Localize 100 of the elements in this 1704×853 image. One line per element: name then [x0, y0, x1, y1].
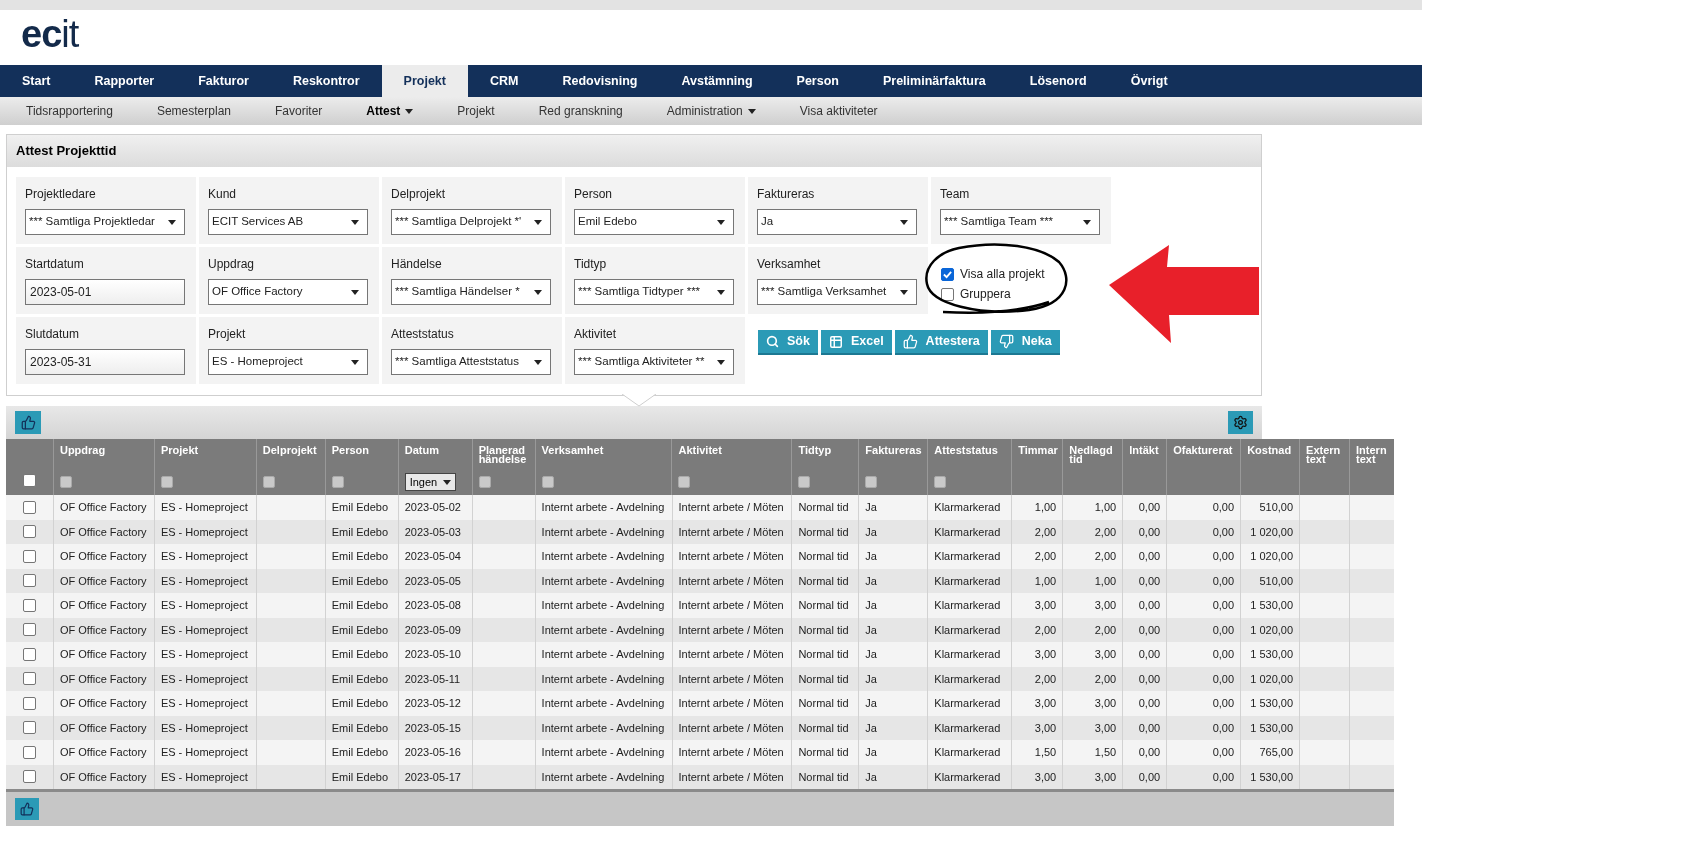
table-cell-text: Ja [865, 671, 877, 687]
column-header[interactable]: Aktivitet [678, 439, 786, 469]
filter-checkbox[interactable] [865, 476, 878, 488]
select-field[interactable]: *** Samtliga Tidtyper *** [574, 279, 734, 305]
settings-button[interactable] [1228, 411, 1253, 434]
column-header[interactable]: Datum [404, 439, 466, 469]
select-field[interactable]: Ja [757, 209, 917, 235]
sub-nav-item[interactable]: Visa aktiviteter [777, 102, 900, 120]
filter-checkbox[interactable] [59, 476, 72, 488]
nav-tab[interactable]: Lösenord [1007, 65, 1109, 97]
filter-select[interactable]: Ingen [404, 473, 457, 491]
checkbox[interactable] [22, 574, 36, 588]
checkbox[interactable] [941, 287, 954, 301]
column-header[interactable]: Extern text [1306, 439, 1344, 469]
select-field[interactable]: *** Samtliga Händelser * [391, 279, 551, 305]
nav-tab[interactable]: Fakturor [176, 65, 271, 97]
filter-checkbox[interactable] [331, 476, 344, 488]
column-header[interactable]: Projekt [160, 439, 250, 469]
table-cell-text: 1,00 [1034, 500, 1057, 515]
checkbox[interactable] [22, 598, 36, 612]
column-header[interactable]: Intern text [1356, 439, 1388, 469]
checkbox[interactable] [22, 474, 36, 487]
checkbox[interactable] [22, 745, 36, 759]
table-cell-text: 2023-05-02 [404, 500, 461, 515]
nav-tab[interactable]: Rapporter [72, 65, 177, 97]
nav-tab[interactable]: Start [0, 65, 73, 97]
filter-checkbox[interactable] [934, 476, 947, 488]
sub-nav-item[interactable]: Semesterplan [134, 102, 253, 120]
select-field[interactable]: ECIT Services AB [208, 209, 368, 235]
filter-checkbox[interactable] [478, 476, 491, 488]
table-cell-text: 1,00 [1094, 573, 1117, 589]
column-header[interactable]: Atteststatus [934, 439, 1006, 469]
sub-nav-item[interactable]: Tidsrapportering [4, 102, 135, 120]
filter-checkbox[interactable] [160, 476, 173, 488]
column-header[interactable]: Faktureras [865, 439, 922, 469]
checkbox[interactable] [22, 770, 36, 784]
nav-tab[interactable]: Avstämning [659, 65, 775, 97]
column-header[interactable]: Intäkt [1129, 439, 1161, 469]
table-row[interactable]: OF Office Factory ES - Homeproject Emil Edebo 2023-05-15 Internt arbete - Avdelning Internt arbete / Möten Normal tid Ja Klarmarkerad 3,00 3,00 0,00 0,00 1 530,00 [6, 715, 1394, 740]
column-header[interactable]: Nedlagd tid [1069, 439, 1117, 469]
approve-selected-button[interactable] [15, 411, 41, 434]
select-field[interactable]: Emil Edebo [574, 209, 734, 235]
nav-tab[interactable]: CRM [468, 65, 541, 97]
select-field[interactable]: *** Samtliga Team *** [940, 209, 1100, 235]
column-header[interactable]: Person [331, 439, 392, 469]
filter-checkbox[interactable] [678, 476, 691, 488]
nav-tab[interactable]: Redovisning [540, 65, 660, 97]
sub-nav-item[interactable]: Favoriter [253, 102, 345, 120]
table-row[interactable]: OF Office Factory ES - Homeproject Emil Edebo 2023-05-04 Internt arbete - Avdelning Internt arbete / Möten Normal tid Ja Klarmarkerad 2,00 2,00 0,00 0,00 1 020,00 [6, 544, 1394, 569]
table-row[interactable]: OF Office Factory ES - Homeproject Emil Edebo 2023-05-09 Internt arbete - Avdelning Internt arbete / Möten Normal tid Ja Klarmarkerad 2,00 2,00 0,00 0,00 1 020,00 [6, 617, 1394, 642]
table-row[interactable]: OF Office Factory ES - Homeproject Emil Edebo 2023-05-12 Internt arbete - Avdelning Internt arbete / Möten Normal tid Ja Klarmarkerad 3,00 3,00 0,00 0,00 1 530,00 [6, 691, 1394, 716]
checkbox[interactable] [22, 525, 36, 539]
table-row[interactable]: OF Office Factory ES - Homeproject Emil Edebo 2023-05-10 Internt arbete - Avdelning Internt arbete / Möten Normal tid Ja Klarmarkerad 3,00 3,00 0,00 0,00 1 530,00 [6, 642, 1394, 667]
column-header[interactable]: Tidtyp [798, 439, 853, 469]
checkbox[interactable] [22, 500, 36, 514]
date-field[interactable]: 2023-05-01 [25, 279, 185, 305]
checkbox[interactable] [22, 549, 36, 563]
table-row[interactable]: OF Office Factory ES - Homeproject Emil Edebo 2023-05-17 Internt arbete - Avdelning Internt arbete / Möten Normal tid Ja Klarmarkerad 3,00 3,00 0,00 0,00 1 530,00 [6, 764, 1394, 789]
table-cell-text: ES - Homeproject [160, 647, 248, 662]
nav-tab[interactable]: Preliminärfaktura [860, 65, 1008, 97]
select-field[interactable]: *** Samtliga Delprojekt *' [391, 209, 551, 235]
filter-checkbox[interactable] [262, 476, 275, 488]
sub-nav-item[interactable]: Projekt [435, 102, 517, 120]
date-field[interactable]: 2023-05-31 [25, 349, 185, 375]
table-row[interactable]: OF Office Factory ES - Homeproject Emil Edebo 2023-05-11 Internt arbete - Avdelning Internt arbete / Möten Normal tid Ja Klarmarkerad 2,00 2,00 0,00 0,00 1 020,00 [6, 666, 1394, 691]
table-row[interactable]: OF Office Factory ES - Homeproject Emil Edebo 2023-05-05 Internt arbete - Avdelning Internt arbete / Möten Normal tid Ja Klarmarkerad 1,00 1,00 0,00 0,00 510,00 [6, 568, 1394, 593]
column-header[interactable]: Delprojekt [262, 439, 319, 469]
filter-checkbox[interactable] [541, 476, 554, 488]
select-field[interactable]: *** Samtliga Verksamhet [757, 279, 917, 305]
select-field[interactable]: ES - Homeproject [208, 349, 368, 375]
table-cell-text: Ja [865, 696, 877, 711]
sub-nav-item[interactable]: Attest [344, 102, 436, 120]
approve-selected-button[interactable] [15, 798, 39, 820]
select-field[interactable]: OF Office Factory [208, 279, 368, 305]
checkbox[interactable] [22, 647, 36, 661]
column-header[interactable]: Uppdrag [59, 439, 148, 469]
column-header[interactable]: Verksamhet [541, 439, 666, 469]
nav-tab[interactable]: Person [774, 65, 861, 97]
table-row[interactable]: OF Office Factory ES - Homeproject Emil Edebo 2023-05-02 Internt arbete - Avdelning Internt arbete / Möten Normal tid Ja Klarmarkerad 1,00 1,00 0,00 0,00 510,00 [6, 495, 1394, 520]
column-header[interactable]: Planerad händelse [478, 439, 529, 469]
checkbox[interactable] [22, 672, 36, 686]
table-row[interactable]: OF Office Factory ES - Homeproject Emil Edebo 2023-05-08 Internt arbete - Avdelning Internt arbete / Möten Normal tid Ja Klarmarkerad 3,00 3,00 0,00 0,00 1 530,00 [6, 593, 1394, 618]
checkbox[interactable] [22, 721, 36, 735]
checkbox[interactable] [941, 267, 954, 281]
table-row[interactable]: OF Office Factory ES - Homeproject Emil Edebo 2023-05-16 Internt arbete - Avdelning Internt arbete / Möten Normal tid Ja Klarmarkerad 1,50 1,50 0,00 0,00 765,00 [6, 740, 1394, 765]
column-header[interactable]: Timmar [1018, 439, 1057, 469]
checkbox[interactable] [22, 623, 36, 637]
nav-tab[interactable]: Övrigt [1108, 65, 1190, 97]
column-header[interactable]: Ofakturerat [1173, 439, 1235, 469]
checkbox[interactable] [22, 696, 36, 710]
sub-nav-item[interactable]: Administration [644, 102, 778, 120]
select-field[interactable]: *** Samtliga Aktiviteter ** [574, 349, 734, 375]
column-header[interactable]: Kostnad [1247, 439, 1294, 469]
nav-tab[interactable]: Projekt [381, 65, 468, 97]
filter-checkbox[interactable] [798, 476, 811, 488]
select-field[interactable]: *** Samtliga Projektledar [25, 209, 185, 235]
select-field[interactable]: *** Samtliga Atteststatus [391, 349, 551, 375]
table-row[interactable]: OF Office Factory ES - Homeproject Emil Edebo 2023-05-03 Internt arbete - Avdelning Internt arbete / Möten Normal tid Ja Klarmarkerad 2,00 2,00 0,00 0,00 1 020,00 [6, 519, 1394, 544]
sub-nav-item[interactable]: Red granskning [516, 102, 645, 120]
nav-tab[interactable]: Reskontror [270, 65, 382, 97]
